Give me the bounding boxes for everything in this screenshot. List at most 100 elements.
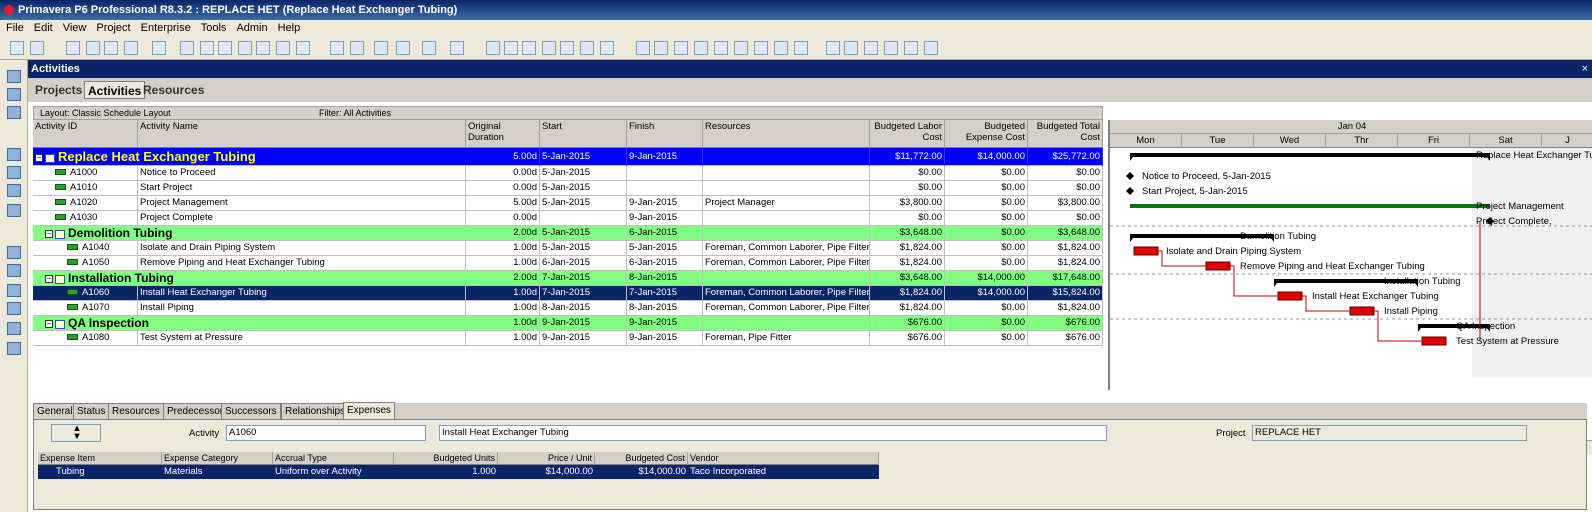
- toolbar-button-icon[interactable]: [884, 41, 898, 55]
- toolbar-button-icon[interactable]: [296, 41, 310, 55]
- wbs-row[interactable]: − Installation Tubing 2.00d 7-Jan-2015 8-Jan…: [33, 271, 1103, 286]
- table-row[interactable]: A1040 Isolate and Drain Piping System 1.00…: [33, 241, 1103, 256]
- table-row[interactable]: A1000 Notice to Proceed 0.00d 5-Jan-2015 $0.…: [33, 166, 1103, 181]
- directory-icon[interactable]: [7, 246, 21, 259]
- expense-column-header[interactable]: Budgeted Cost: [595, 452, 688, 465]
- toolbar-button-icon[interactable]: [396, 41, 410, 55]
- toolbar-button-icon[interactable]: [374, 41, 388, 55]
- tab-activities[interactable]: Activities: [84, 81, 146, 99]
- table-row[interactable]: A1050 Remove Piping and Heat Exchanger Tu…: [33, 256, 1103, 271]
- directory-icon[interactable]: [7, 166, 21, 179]
- collapse-icon[interactable]: −: [45, 230, 53, 239]
- directory-icon[interactable]: [7, 106, 21, 119]
- activity-name-field[interactable]: Install Heat Exchanger Tubing: [439, 425, 1107, 441]
- tab-successors[interactable]: Successors: [221, 403, 281, 419]
- toolbar-button-icon[interactable]: [774, 41, 788, 55]
- menu-file[interactable]: File: [6, 20, 24, 37]
- expense-column-header[interactable]: Expense Item: [38, 452, 162, 465]
- toolbar-button-icon[interactable]: [10, 41, 24, 55]
- directory-icon[interactable]: [7, 204, 21, 217]
- layout-label[interactable]: Layout: Classic Schedule Layout: [40, 107, 171, 119]
- toolbar-button-icon[interactable]: [422, 41, 436, 55]
- column-header[interactable]: Budgeted Total Cost: [1028, 120, 1103, 148]
- toolbar-button-icon[interactable]: [864, 41, 878, 55]
- toolbar-button-icon[interactable]: [124, 41, 138, 55]
- toolbar-button-icon[interactable]: [714, 41, 728, 55]
- table-row[interactable]: A1080 Test System at Pressure 1.00d 9-Jan-2…: [33, 331, 1103, 346]
- toolbar-button-icon[interactable]: [238, 41, 252, 55]
- toolbar-button-icon[interactable]: [674, 41, 688, 55]
- toolbar-button-icon[interactable]: [104, 41, 118, 55]
- column-header[interactable]: Budgeted Expense Cost: [945, 120, 1028, 148]
- expense-column-header[interactable]: Budgeted Units: [394, 452, 498, 465]
- toolbar-button-icon[interactable]: [180, 41, 194, 55]
- toolbar-button-icon[interactable]: [86, 41, 100, 55]
- wbs-row[interactable]: − Demolition Tubing 2.00d 5-Jan-2015 6-Jan-2…: [33, 226, 1103, 241]
- menu-view[interactable]: View: [63, 20, 87, 37]
- project-id-field[interactable]: REPLACE HET: [1252, 425, 1527, 441]
- toolbar-button-icon[interactable]: [794, 41, 808, 55]
- toolbar-button-icon[interactable]: [486, 41, 500, 55]
- toolbar-button-icon[interactable]: [560, 41, 574, 55]
- toolbar-button-icon[interactable]: [542, 41, 556, 55]
- column-header[interactable]: Activity ID: [33, 120, 138, 148]
- activity-id-field[interactable]: A1060: [226, 425, 426, 441]
- toolbar-button-icon[interactable]: [504, 41, 518, 55]
- column-header[interactable]: Finish: [627, 120, 703, 148]
- table-row[interactable]: A1070 Install Piping 1.00d 8-Jan-2015 8-Jan-…: [33, 301, 1103, 316]
- toolbar-button-icon[interactable]: [754, 41, 768, 55]
- tab-resources[interactable]: Resources: [140, 81, 207, 99]
- toolbar-button-icon[interactable]: [30, 41, 44, 55]
- table-row[interactable]: A1030 Project Complete 0.00d 9-Jan-2015 $0.0…: [33, 211, 1103, 226]
- menu-edit[interactable]: Edit: [34, 20, 53, 37]
- collapse-icon[interactable]: −: [45, 275, 53, 284]
- project-row[interactable]: − Replace Heat Exchanger Tubing 5.00d 5-Jan…: [33, 148, 1103, 166]
- directory-icon[interactable]: [7, 184, 21, 197]
- toolbar-button-icon[interactable]: [152, 41, 166, 55]
- toolbar-button-icon[interactable]: [904, 41, 918, 55]
- column-header[interactable]: Budgeted Labor Cost: [870, 120, 945, 148]
- toolbar-button-icon[interactable]: [256, 41, 270, 55]
- toolbar-button-icon[interactable]: [580, 41, 594, 55]
- directory-icon[interactable]: [7, 70, 21, 83]
- column-header[interactable]: Resources: [703, 120, 870, 148]
- toolbar-button-icon[interactable]: [924, 41, 938, 55]
- directory-icon[interactable]: [7, 322, 21, 335]
- toolbar-button-icon[interactable]: [694, 41, 708, 55]
- toolbar-button-icon[interactable]: [522, 41, 536, 55]
- table-row[interactable]: A1060 Install Heat Exchanger Tubing 1.00d 7…: [33, 286, 1103, 301]
- wbs-row[interactable]: − QA Inspection 1.00d 9-Jan-2015 9-Jan-2015 $…: [33, 316, 1103, 331]
- directory-icon[interactable]: [7, 88, 21, 101]
- layout-bar[interactable]: Layout: Classic Schedule Layout Filter: …: [33, 106, 1103, 120]
- table-row[interactable]: A1020 Project Management 5.00d 5-Jan-2015 9-…: [33, 196, 1103, 211]
- tab-relationships[interactable]: Relationships: [281, 403, 350, 419]
- collapse-icon[interactable]: −: [35, 154, 43, 163]
- toolbar-button-icon[interactable]: [218, 41, 232, 55]
- directory-icon[interactable]: [7, 264, 21, 277]
- directory-icon[interactable]: [7, 342, 21, 355]
- tab-general[interactable]: General: [33, 403, 77, 419]
- column-header[interactable]: Original Duration: [466, 120, 540, 148]
- toolbar-button-icon[interactable]: [200, 41, 214, 55]
- tab-projects[interactable]: Projects: [32, 81, 85, 99]
- toolbar-button-icon[interactable]: [276, 41, 290, 55]
- expense-row-bg[interactable]: Tubing Materials Uniform over Activity 1.00…: [38, 465, 879, 479]
- toolbar-button-icon[interactable]: [330, 41, 344, 55]
- toolbar-button-icon[interactable]: [636, 41, 650, 55]
- toolbar-button-icon[interactable]: [654, 41, 668, 55]
- expense-column-header[interactable]: Vendor: [688, 452, 879, 465]
- menu-admin[interactable]: Admin: [236, 20, 267, 37]
- toolbar-button-icon[interactable]: [66, 41, 80, 55]
- collapse-icon[interactable]: −: [45, 320, 53, 329]
- toolbar-button-icon[interactable]: [450, 41, 464, 55]
- column-header[interactable]: Start: [540, 120, 627, 148]
- tab-expenses[interactable]: Expenses: [343, 402, 395, 420]
- toolbar-button-icon[interactable]: [826, 41, 840, 55]
- expense-column-header[interactable]: Accrual Type: [273, 452, 394, 465]
- expense-column-header[interactable]: Price / Unit: [498, 452, 595, 465]
- menu-tools[interactable]: Tools: [201, 20, 227, 37]
- column-header[interactable]: Activity Name: [138, 120, 466, 148]
- toolbar-button-icon[interactable]: [844, 41, 858, 55]
- toolbar-button-icon[interactable]: [600, 41, 614, 55]
- expense-column-header[interactable]: Expense Category: [162, 452, 273, 465]
